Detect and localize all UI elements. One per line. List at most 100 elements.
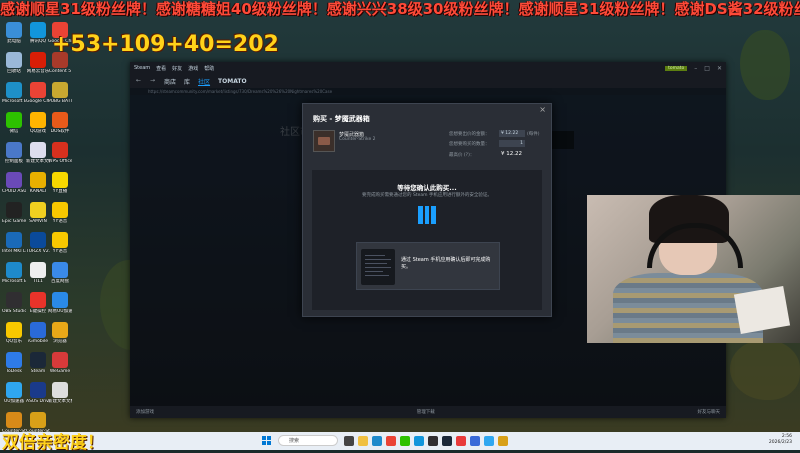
desktop-icon[interactable]: QQ音乐 [2,322,26,344]
file-explorer-icon[interactable] [358,436,368,446]
quantity-input[interactable]: 1 [499,140,525,147]
desktop-icon[interactable]: 网易UU加速器 [48,292,72,314]
app-icon [52,112,68,128]
taskbar-search-input[interactable]: 搜索 [278,435,338,446]
desktop-icon[interactable]: 百度网盘 [48,262,72,284]
desktop-icon[interactable]: YY语音 [48,202,72,224]
forward-arrow-icon[interactable]: → [150,78,156,84]
desk-paper [733,285,791,335]
manage-downloads-button[interactable]: 管理下载 [417,409,435,415]
desktop-icon[interactable]: YY语音 [48,232,72,254]
app-icon [30,352,46,368]
desktop-icon[interactable]: CPUID ASUS CPU-Z [2,172,26,194]
desktop-icon-label: ToDesk [6,369,22,374]
desktop-icon[interactable]: TURZX V2.0 [26,232,50,254]
user-chip[interactable]: tomato – □ ✕ [665,65,722,72]
add-game-button[interactable]: 添加游戏 [136,409,154,415]
edge-icon[interactable] [372,436,382,446]
case-icon [318,137,330,145]
desktop-icon-label: QQ游戏 [29,129,47,134]
desktop-icon[interactable]: 控制面板 [2,142,26,164]
close-icon[interactable]: ✕ [717,65,722,72]
steam-menu-item[interactable]: Steam [134,65,150,71]
desktop-icon[interactable]: ASUS DriverHub [26,382,50,404]
desktop-icon-label: WPS Office [48,159,72,164]
app-taskbar-icon[interactable] [498,436,508,446]
item-thumbnail [313,130,335,152]
steam-menu-item[interactable]: 查看 [156,65,166,72]
steam-taskbar-icon[interactable] [442,436,452,446]
windows-start-icon[interactable] [262,436,272,446]
maximize-icon[interactable]: □ [704,65,710,72]
steam-menu-item[interactable]: 好友 [172,65,182,72]
app-icon [6,172,22,188]
wait-title: 等待您确认此购买... [397,184,457,192]
nav-username[interactable]: TOMATO [218,78,247,85]
nav-library[interactable]: 库 [184,77,190,86]
desktop-icon[interactable]: Microsoft Edge [2,262,26,284]
clock-date: 2026/2/23 [768,440,792,445]
user-level-badge: tomato [665,65,688,71]
desktop-icon-label: Tl11 [33,279,43,284]
nav-community[interactable]: 社区 [198,77,210,86]
wechat-icon[interactable] [400,436,410,446]
desktop-icon[interactable]: WeGame [48,352,72,374]
dialog-title: 购买 - 梦魇武器箱 [313,115,370,123]
desktop-icon[interactable]: 网易云音乐 [26,52,50,74]
qq-icon[interactable] [414,436,424,446]
desktop-icon-label: ASUS DriverHub [26,399,50,404]
desktop-icon-label: WeGame [49,369,71,374]
app-icon [6,262,22,278]
desktop-icon[interactable]: 新建文本文档 [26,142,50,164]
back-arrow-icon[interactable]: ← [136,78,142,84]
desktop-icon[interactable]: PUBG BATTLEGR... [48,82,72,104]
system-clock[interactable]: 2:56 2026/2/23 [769,434,792,446]
task-view-icon[interactable] [344,436,354,446]
price-input[interactable]: ¥ 12.22 [499,130,525,137]
desktop-icon[interactable]: OBS Studio [2,292,26,314]
desktop-icon[interactable]: Tl11 [26,262,50,284]
per-unit-label: (每件) [527,132,540,137]
minimize-icon[interactable]: – [694,65,697,72]
desktop-icon[interactable]: 回收站 [2,52,26,74]
nav-store[interactable]: 商店 [164,77,176,86]
desktop-icon[interactable]: DOS软件 [48,112,72,134]
obs-icon[interactable] [428,436,438,446]
desktop-icon-label: SAMVIN [29,219,47,224]
desktop-icon[interactable]: iGmobile [26,322,50,344]
friends-chat-button[interactable]: 好友与聊天 [698,409,721,415]
desktop-icon[interactable]: SAMVIN [26,202,50,224]
desktop-icon[interactable]: 腾讯QQ [26,22,50,44]
desktop-icon[interactable]: QQ游戏 [26,112,50,134]
chrome-icon[interactable] [386,436,396,446]
desktop-icon[interactable]: 新建文本文档 [48,382,72,404]
app-taskbar-icon[interactable] [470,436,480,446]
phone-icon [361,249,395,285]
app-taskbar-icon[interactable] [484,436,494,446]
desktop-icon[interactable]: WPS Office [48,142,72,164]
desktop-icon[interactable]: Microsoft Edge [2,82,26,104]
app-icon [6,352,22,368]
steam-menu-item[interactable]: 游戏 [188,65,198,72]
desktop-icon[interactable]: YY直播 [48,172,72,194]
desktop-icon-label: 网易UU加速器 [48,309,72,314]
desktop-icon[interactable]: ToDesk [2,352,26,374]
desktop-icon-label: KANALI [29,189,47,194]
desktop-icon[interactable]: Google Chrome [26,82,50,104]
loading-icon [418,206,437,224]
desktop-icon-label: DOS软件 [50,129,70,134]
desktop-icon[interactable]: 微信 [2,112,26,134]
desktop-icon[interactable]: E键操控 [26,292,50,314]
desktop-icon[interactable]: 浏览器 [48,322,72,344]
desktop-icon[interactable]: 此电脑 [2,22,26,44]
desktop-icon[interactable]: UU加速器 [2,382,26,404]
app-taskbar-icon[interactable] [456,436,466,446]
wait-description: 要完成购买需要通过您的 Steam 手机应用进行额外的安全验证。 [362,193,492,198]
desktop-icon[interactable]: Steam [26,352,50,374]
close-icon[interactable]: × [539,105,546,114]
desktop-icon[interactable]: KANALI [26,172,50,194]
steam-footer: 添加游戏 管理下载 好友与聊天 [130,406,726,418]
desktop-icon[interactable]: Intel MKI Link Co... [2,232,26,254]
steam-menu-item[interactable]: 帮助 [204,65,214,72]
desktop-icon[interactable]: Epic Games Launcher [2,202,26,224]
